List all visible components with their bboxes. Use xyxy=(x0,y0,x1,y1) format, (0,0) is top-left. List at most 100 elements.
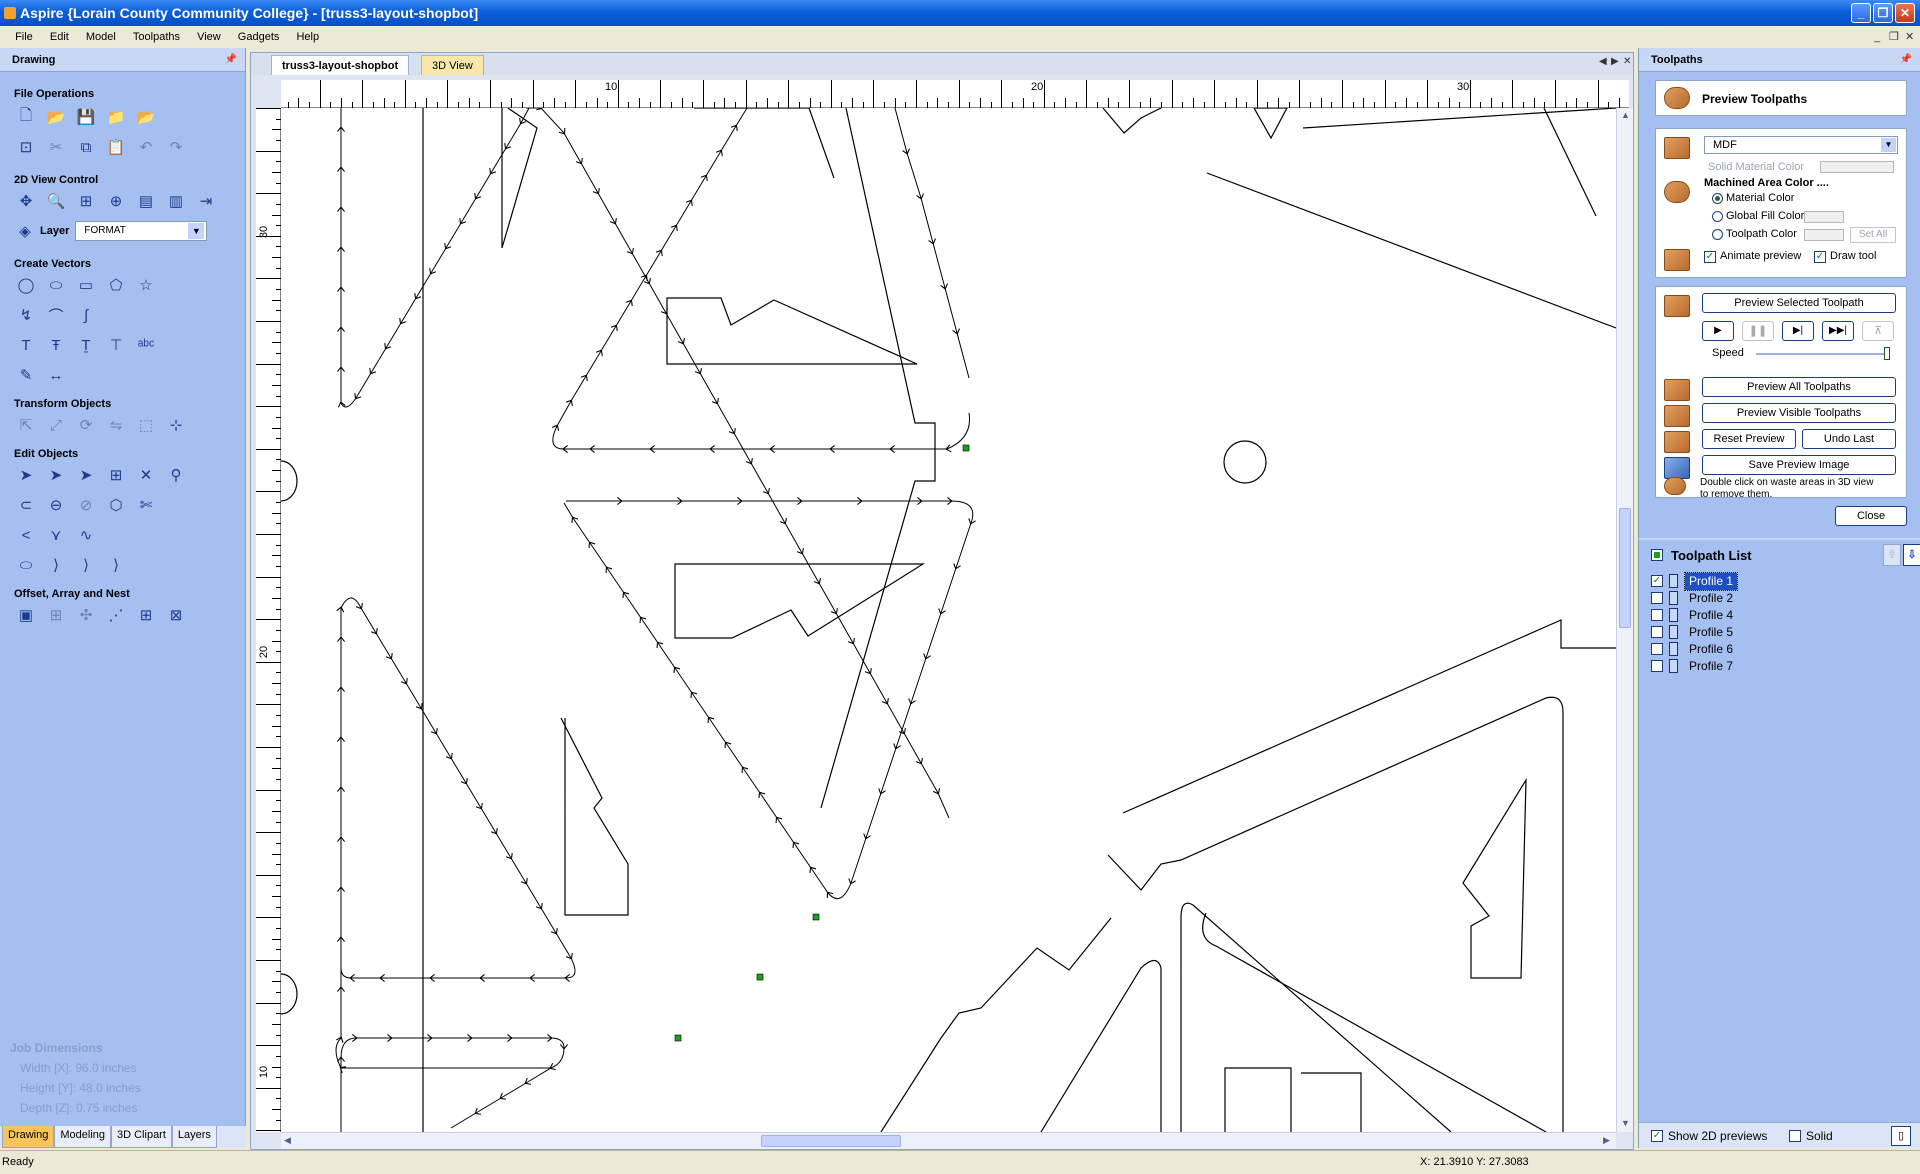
redo-icon[interactable]: ↷ xyxy=(165,136,187,158)
undo-last-button[interactable]: Undo Last xyxy=(1802,429,1896,449)
scroll-right-icon[interactable]: ▶ xyxy=(1603,1135,1610,1146)
toggle-view-icon[interactable]: ⇥ xyxy=(195,190,217,212)
toolpath-summary-icon[interactable]: ▯ xyxy=(1891,1126,1911,1146)
reset-preview-button[interactable]: Reset Preview xyxy=(1702,429,1796,449)
copy-icon[interactable]: ⧉ xyxy=(75,136,97,158)
pan-icon[interactable]: ✥ xyxy=(15,190,37,212)
play-button[interactable]: ▶ xyxy=(1702,321,1734,341)
show-model-icon[interactable]: ▤ xyxy=(135,190,157,212)
import-bitmap-icon[interactable]: 📂 xyxy=(135,106,157,128)
ungroup-icon[interactable]: ✕ xyxy=(135,464,157,486)
text-arc-icon[interactable]: ⊤ xyxy=(105,334,127,356)
toolpath-visible-checkbox[interactable] xyxy=(1651,660,1663,672)
step-forward-button[interactable]: ▶| xyxy=(1782,321,1814,341)
intersect-icon[interactable]: ⊘ xyxy=(75,494,97,516)
tab-3d-clipart[interactable]: 3D Clipart xyxy=(111,1126,172,1148)
scroll-down-icon[interactable]: ▼ xyxy=(1621,1118,1630,1128)
material-color-radio[interactable] xyxy=(1712,193,1723,204)
menu-edit[interactable]: Edit xyxy=(43,26,76,48)
spline-icon[interactable]: ∫ xyxy=(75,304,97,326)
animate-preview-checkbox[interactable]: ✓ xyxy=(1704,251,1716,263)
draw-shape-icon[interactable]: ✎ xyxy=(15,364,37,386)
group-icon[interactable]: ⊞ xyxy=(105,464,127,486)
cut-icon[interactable]: ✂ xyxy=(45,136,67,158)
circular-array-icon[interactable]: ✣ xyxy=(75,604,97,626)
minimize-button[interactable]: _ xyxy=(1851,3,1871,23)
move-up-icon[interactable]: ⇧ xyxy=(1883,544,1901,566)
layer-dropdown[interactable]: FORMAT ▼ xyxy=(75,221,208,241)
paste-icon[interactable]: 📋 xyxy=(105,136,127,158)
menu-model[interactable]: Model xyxy=(79,26,123,48)
show-2d-previews-checkbox[interactable]: ✓ xyxy=(1651,1130,1663,1142)
tab-scroll-right-icon[interactable]: ▶ xyxy=(1611,56,1619,67)
toolpath-visible-checkbox[interactable] xyxy=(1651,592,1663,604)
chevron-down-icon[interactable]: ▼ xyxy=(188,223,205,239)
join-icon[interactable]: < xyxy=(15,524,37,546)
offset-icon[interactable]: ▣ xyxy=(15,604,37,626)
nest-parts-icon[interactable]: ⊠ xyxy=(165,604,187,626)
zoom-selection-icon[interactable]: ⊕ xyxy=(105,190,127,212)
break-icon[interactable]: ⟩ xyxy=(105,554,127,576)
polyline-icon[interactable]: ↯ xyxy=(15,304,37,326)
tab-layers[interactable]: Layers xyxy=(171,1126,217,1148)
start-point-icon[interactable]: ⟩ xyxy=(75,554,97,576)
align-icon[interactable]: ⊹ xyxy=(165,414,187,436)
material-dropdown[interactable]: MDF ▼ xyxy=(1704,136,1898,154)
restore-button[interactable]: ❐ xyxy=(1873,3,1893,23)
smooth-curve-icon[interactable]: ∿ xyxy=(75,524,97,546)
undo-icon[interactable]: ↶ xyxy=(135,136,157,158)
zoom-icon[interactable]: 🔍 xyxy=(45,190,67,212)
circle-icon[interactable]: ◯ xyxy=(15,274,37,296)
menu-view[interactable]: View xyxy=(190,26,228,48)
preview-all-toolpaths-button[interactable]: Preview All Toolpaths xyxy=(1702,377,1896,397)
curve-icon[interactable]: ⌒ xyxy=(45,304,67,326)
split-view-icon[interactable]: ▥ xyxy=(165,190,187,212)
speed-slider-track[interactable] xyxy=(1756,353,1890,355)
menu-file[interactable]: File xyxy=(8,26,40,48)
tab-3d-view[interactable]: 3D View xyxy=(421,55,484,75)
move-icon[interactable]: ⇱ xyxy=(15,414,37,436)
open-file-icon[interactable]: 📂 xyxy=(45,106,67,128)
mdi-minimize-button[interactable]: _ xyxy=(1874,26,1880,48)
bend-text-icon[interactable]: ᵃᵇᶜ xyxy=(135,334,157,356)
extend-icon[interactable]: ⋎ xyxy=(45,524,67,546)
job-setup-icon[interactable]: ⊡ xyxy=(15,136,37,158)
scale-icon[interactable]: ⤢ xyxy=(45,414,67,436)
solid-checkbox[interactable] xyxy=(1789,1130,1801,1142)
toolpath-color-radio[interactable] xyxy=(1712,229,1723,240)
close-window-button[interactable]: ✕ xyxy=(1895,3,1915,23)
tab-drawing[interactable]: Drawing xyxy=(2,1126,55,1148)
chevron-down-icon[interactable]: ▼ xyxy=(1881,138,1896,152)
nest-icon[interactable]: ⊞ xyxy=(135,604,157,626)
preview-visible-toolpaths-button[interactable]: Preview Visible Toolpaths xyxy=(1702,403,1896,423)
vector-drawing[interactable] xyxy=(281,108,1616,1132)
import-vectors-icon[interactable]: 📁 xyxy=(105,106,127,128)
mdi-close-button[interactable]: ✕ xyxy=(1905,26,1914,48)
save-preview-image-button[interactable]: Save Preview Image xyxy=(1702,455,1896,475)
copy-along-vector-icon[interactable]: ⋰ xyxy=(105,604,127,626)
text-icon[interactable]: T xyxy=(15,334,37,356)
zoom-extents-icon[interactable]: ⊞ xyxy=(75,190,97,212)
star-icon[interactable]: ☆ xyxy=(135,274,157,296)
rectangle-icon[interactable]: ▭ xyxy=(75,274,97,296)
fast-forward-button[interactable]: ▶▶| xyxy=(1822,321,1854,341)
new-file-icon[interactable]: 🗋 xyxy=(15,106,37,128)
toolpath-color-swatch[interactable] xyxy=(1804,229,1844,241)
auto-layout-text-icon[interactable]: Ŧ xyxy=(45,334,67,356)
rotate-icon[interactable]: ⟳ xyxy=(75,414,97,436)
trim-icon[interactable]: ✄ xyxy=(135,494,157,516)
menu-toolpaths[interactable]: Toolpaths xyxy=(126,26,187,48)
subtract-icon[interactable]: ⊖ xyxy=(45,494,67,516)
speed-slider-thumb[interactable] xyxy=(1884,347,1890,360)
global-fill-color-swatch[interactable] xyxy=(1804,211,1844,223)
dimension-icon[interactable]: ↔ xyxy=(45,364,67,386)
toolpath-visible-checkbox[interactable] xyxy=(1651,626,1663,638)
vertical-scrollbar[interactable]: ▲ ▼ xyxy=(1616,108,1633,1132)
ellipse-icon[interactable]: ⬭ xyxy=(45,274,67,296)
polygon-icon[interactable]: ⬠ xyxy=(105,274,127,296)
horizontal-scroll-thumb[interactable] xyxy=(761,1135,901,1147)
fillet-icon[interactable]: ⬡ xyxy=(105,494,127,516)
set-all-button[interactable]: Set All xyxy=(1850,227,1896,243)
stop-button[interactable]: ⊼ xyxy=(1862,321,1894,341)
tab-scroll-left-icon[interactable]: ◀ xyxy=(1599,56,1607,67)
